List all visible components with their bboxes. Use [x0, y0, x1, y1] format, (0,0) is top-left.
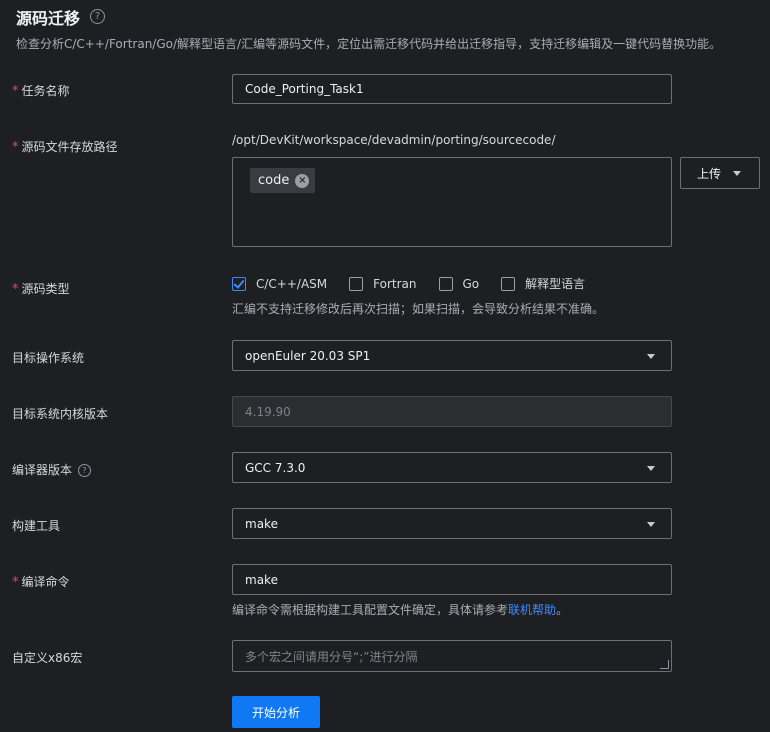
checkbox-fortran[interactable]: Fortran [349, 276, 417, 291]
compiler-version-label: 编译器版本 ? [12, 461, 91, 478]
close-icon[interactable]: × [295, 173, 310, 188]
required-mark: * [12, 575, 19, 590]
required-mark: * [12, 140, 19, 155]
source-tag-label: code [258, 173, 290, 188]
online-help-link[interactable]: 联机帮助 [508, 603, 556, 617]
upload-label: 上传 [697, 166, 722, 181]
task-name-value: Code_Porting_Task1 [245, 82, 364, 96]
compiler-version-value: GCC 7.3.0 [245, 460, 306, 475]
source-type-options: C/C++/ASM Fortran Go 解释型语言 [232, 275, 607, 292]
required-mark: * [12, 84, 19, 99]
checkbox-label: Fortran [373, 276, 417, 291]
checkbox-icon[interactable] [438, 276, 453, 291]
compile-command-value: make [245, 572, 278, 587]
chevron-down-icon [647, 353, 655, 359]
task-name-input[interactable]: Code_Porting_Task1 [232, 74, 672, 104]
source-type-hint: 汇编不支持迁移修改后再次扫描；如果扫描，会导致分析结果不准确。 [232, 302, 605, 316]
checkbox-checked-icon[interactable] [232, 276, 246, 291]
custom-macro-textarea[interactable]: 多个宏之间请用分号“;”进行分隔 [232, 640, 672, 672]
checkbox-icon[interactable] [501, 276, 516, 291]
kernel-version-input: 4.19.90 [232, 396, 672, 427]
help-icon[interactable]: ? [77, 464, 91, 477]
checkbox-interpreted[interactable]: 解释型语言 [501, 275, 585, 292]
checkbox-c-cpp-asm[interactable]: C/C++/ASM [232, 276, 328, 291]
kernel-version-value: 4.19.90 [245, 404, 291, 419]
upload-button[interactable]: 上传 [680, 157, 760, 189]
page-description: 检查分析C/C++/Fortran/Go/解释型语言/汇编等源码文件，定位出需迁… [16, 37, 722, 51]
start-analysis-button[interactable]: 开始分析 [232, 696, 320, 728]
target-os-value: openEuler 20.03 SP1 [245, 348, 371, 363]
required-mark: * [12, 282, 19, 297]
kernel-version-label: 目标系统内核版本 [12, 407, 109, 421]
help-icon[interactable]: ? [90, 9, 105, 24]
build-tool-select[interactable]: make [232, 508, 672, 539]
checkbox-label: 解释型语言 [525, 277, 586, 291]
custom-macro-placeholder: 多个宏之间请用分号“;”进行分隔 [245, 649, 418, 664]
source-type-label: * 源码类型 [12, 282, 70, 297]
source-tag: code × [250, 168, 316, 193]
compile-command-label: * 编译命令 [12, 575, 70, 590]
checkbox-label: C/C++/ASM [256, 276, 328, 291]
resize-handle-icon[interactable] [660, 660, 669, 669]
compiler-version-select[interactable]: GCC 7.3.0 [232, 452, 672, 483]
checkbox-label: Go [462, 276, 480, 291]
build-tool-value: make [245, 516, 278, 531]
task-name-label: * 任务名称 [12, 84, 70, 99]
source-path-label: * 源码文件存放路径 [12, 140, 118, 155]
custom-macro-label: 自定义x86宏 [12, 651, 83, 665]
chevron-down-icon [647, 465, 655, 471]
compile-command-input[interactable]: make [232, 564, 672, 595]
source-base-path: /opt/DevKit/workspace/devadmin/porting/s… [232, 133, 556, 147]
source-path-textarea[interactable]: code × [232, 157, 672, 247]
compile-command-hint: 编译命令需根据构建工具配置文件确定，具体请参考联机帮助。 [232, 603, 569, 617]
chevron-down-icon [733, 171, 741, 176]
page-title: 源码迁移 [16, 9, 81, 28]
checkbox-icon[interactable] [349, 276, 364, 291]
target-os-label: 目标操作系统 [12, 351, 85, 365]
checkbox-go[interactable]: Go [438, 276, 480, 291]
target-os-select[interactable]: openEuler 20.03 SP1 [232, 340, 672, 371]
chevron-down-icon [647, 521, 655, 527]
build-tool-label: 构建工具 [12, 519, 61, 533]
